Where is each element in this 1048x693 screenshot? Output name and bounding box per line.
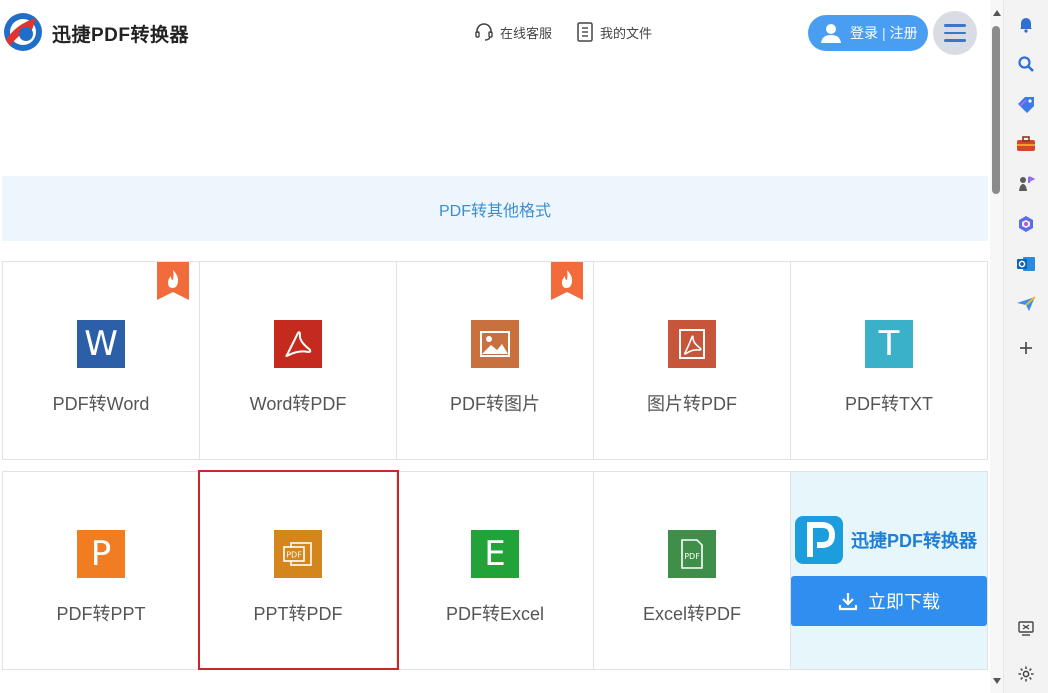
toolbox-icon[interactable] <box>1016 134 1036 154</box>
tool-pdf-to-word[interactable]: W PDF转Word <box>3 262 200 459</box>
tools-row: P PDF转PPT PDF PPT转PDF E PDF转Excel PDF Ex… <box>2 471 988 670</box>
tool-pdf-to-ppt[interactable]: P PDF转PPT <box>3 472 200 669</box>
web-page: 迅捷PDF转换器 在线客服 我的文件 登录 | 注册 PDF转其他格式 W PD… <box>0 0 990 693</box>
tool-label: PDF转PPT <box>56 604 146 624</box>
scroll-down-icon[interactable] <box>993 678 1001 684</box>
pdf-doc-icon: PDF <box>668 530 716 578</box>
tool-image-to-pdf[interactable]: 图片转PDF <box>594 262 791 459</box>
document-icon <box>577 22 593 42</box>
brand-name[interactable]: 迅捷PDF转换器 <box>52 20 189 47</box>
promo-app-name: 迅捷PDF转换器 <box>851 531 977 551</box>
browser-sidebar <box>1003 0 1048 693</box>
add-icon[interactable] <box>1016 338 1036 358</box>
scroll-thumb[interactable] <box>992 26 1000 194</box>
screenshot-icon[interactable] <box>1016 618 1036 638</box>
vertical-scrollbar[interactable] <box>990 0 1003 693</box>
pdf-tag-text: PDF <box>684 552 700 561</box>
menu-bar-icon <box>944 39 966 42</box>
search-icon[interactable] <box>1016 54 1036 74</box>
headset-icon <box>475 23 493 41</box>
download-promo: 迅捷PDF转换器 立即下载 <box>791 472 987 669</box>
download-now-button[interactable]: 立即下载 <box>791 576 987 626</box>
bell-icon[interactable] <box>1016 14 1036 34</box>
pdf-tag-text: PDF <box>286 551 302 560</box>
excel-icon: E <box>471 530 519 578</box>
tools-row: W PDF转Word Word转PDF PDF转图片 图片转PDF T PDF转… <box>2 261 988 460</box>
hot-badge-icon <box>551 262 583 300</box>
tool-excel-to-pdf[interactable]: PDF Excel转PDF <box>594 472 791 669</box>
app-logo-icon <box>795 516 843 564</box>
outlook-icon[interactable] <box>1016 254 1036 274</box>
tool-label: Excel转PDF <box>642 604 741 624</box>
word-icon: W <box>77 320 125 368</box>
tool-label: PDF转Excel <box>445 604 544 624</box>
ppt-pdf-icon: PDF <box>274 530 322 578</box>
chess-icon[interactable] <box>1016 174 1036 194</box>
header: 迅捷PDF转换器 在线客服 我的文件 登录 | 注册 <box>0 0 990 66</box>
tool-label: Word转PDF <box>249 394 347 414</box>
powerpoint-icon: P <box>77 530 125 578</box>
brand-logo[interactable] <box>2 10 44 54</box>
menu-bar-icon <box>944 31 966 35</box>
settings-icon[interactable] <box>1016 664 1036 684</box>
menu-button[interactable] <box>933 11 977 55</box>
login-separator: | <box>882 25 886 41</box>
my-files-link[interactable]: 我的文件 <box>576 22 652 42</box>
tool-pdf-to-excel[interactable]: E PDF转Excel <box>397 472 594 669</box>
promo-logo: 迅捷PDF转换器 <box>795 516 977 564</box>
tool-pdf-to-image[interactable]: PDF转图片 <box>397 262 594 459</box>
section-title: PDF转其他格式 <box>2 176 988 241</box>
tool-label: PPT转PDF <box>253 604 343 624</box>
hot-badge-icon <box>157 262 189 300</box>
login-label: 登录 <box>850 25 878 41</box>
online-support-link[interactable]: 在线客服 <box>474 22 552 42</box>
user-icon <box>821 24 841 43</box>
acrobat-icon <box>274 320 322 368</box>
download-label: 立即下载 <box>868 592 940 612</box>
register-label: 注册 <box>889 25 918 41</box>
tool-label: PDF转图片 <box>450 394 540 414</box>
online-support-label: 在线客服 <box>500 25 553 41</box>
download-icon <box>838 593 858 611</box>
menu-bar-icon <box>944 24 966 27</box>
tool-ppt-to-pdf[interactable]: PDF PPT转PDF <box>200 472 397 669</box>
tag-icon[interactable] <box>1016 94 1036 114</box>
login-register-button[interactable]: 登录 | 注册 <box>808 15 928 51</box>
tool-word-to-pdf[interactable]: Word转PDF <box>200 262 397 459</box>
copilot-icon[interactable] <box>1016 214 1036 234</box>
scroll-up-icon[interactable] <box>993 10 1001 16</box>
send-icon[interactable] <box>1016 294 1036 314</box>
tool-label: PDF转TXT <box>845 394 933 414</box>
tool-pdf-to-txt[interactable]: T PDF转TXT <box>791 262 987 459</box>
tool-label: 图片转PDF <box>647 394 737 414</box>
acrobat-icon <box>668 320 716 368</box>
my-files-label: 我的文件 <box>600 25 653 41</box>
tool-label: PDF转Word <box>52 394 150 414</box>
text-icon: T <box>865 320 913 368</box>
image-icon <box>471 320 519 368</box>
